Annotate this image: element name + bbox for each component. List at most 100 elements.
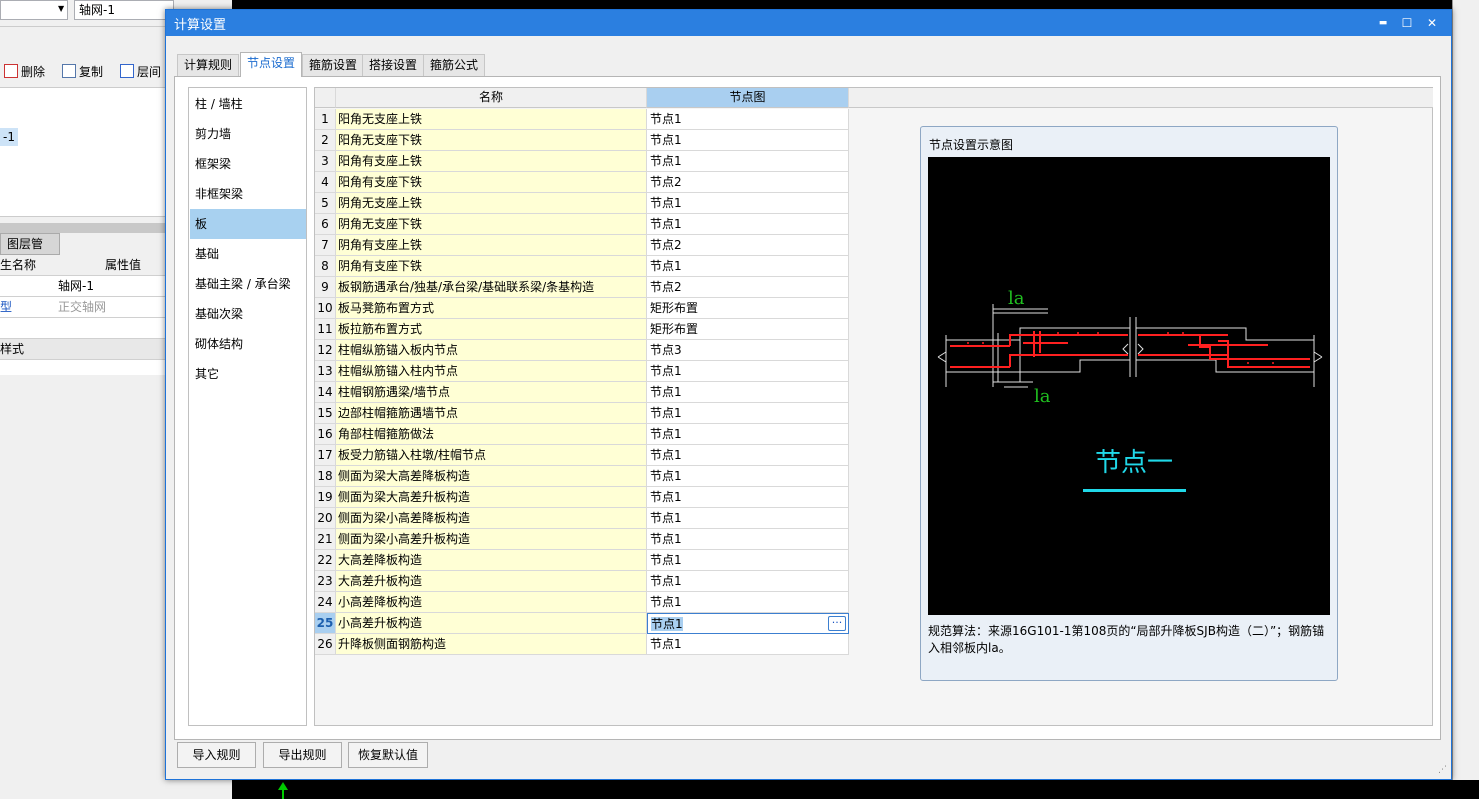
row-node-cell[interactable]: 节点2 bbox=[647, 235, 849, 256]
row-node-cell[interactable]: 矩形布置 bbox=[647, 298, 849, 319]
row-node-cell[interactable]: 节点1 bbox=[647, 151, 849, 172]
row-name-cell[interactable]: 阴角有支座上铁 bbox=[336, 235, 647, 256]
restore-defaults-button[interactable]: 恢复默认值 bbox=[348, 742, 428, 768]
maximize-button[interactable]: ☐ bbox=[1396, 13, 1418, 33]
row-node-cell[interactable]: 节点2 bbox=[647, 277, 849, 298]
row-node-cell[interactable]: 节点1 bbox=[647, 214, 849, 235]
title-bar[interactable]: 计算设置 ▬ ☐ ✕ bbox=[166, 10, 1451, 36]
row-node-cell[interactable]: 节点2 bbox=[647, 172, 849, 193]
row-name-cell[interactable]: 边部柱帽箍筋遇墙节点 bbox=[336, 403, 647, 424]
property-row[interactable]: 型 正交轴网 bbox=[0, 297, 165, 318]
row-name-cell[interactable]: 柱帽钢筋遇梁/墙节点 bbox=[336, 382, 647, 403]
category-item[interactable]: 剪力墙 bbox=[190, 119, 306, 149]
delete-button[interactable]: 删除 bbox=[4, 60, 45, 82]
row-name-cell[interactable]: 大高差升板构造 bbox=[336, 571, 647, 592]
row-number[interactable]: 19 bbox=[315, 487, 336, 508]
row-number[interactable]: 1 bbox=[315, 109, 336, 130]
row-node-cell[interactable]: 节点1 bbox=[647, 634, 849, 655]
row-number[interactable]: 8 bbox=[315, 256, 336, 277]
row-name-cell[interactable]: 阳角无支座下铁 bbox=[336, 130, 647, 151]
row-node-cell[interactable]: 节点1 bbox=[647, 382, 849, 403]
tab-node-settings[interactable]: 节点设置 bbox=[240, 52, 303, 77]
axis-select[interactable]: 轴网-1 bbox=[74, 0, 174, 20]
row-number[interactable]: 3 bbox=[315, 151, 336, 172]
row-name-cell[interactable]: 板马凳筋布置方式 bbox=[336, 298, 647, 319]
tab-lap-settings[interactable]: 搭接设置 bbox=[362, 54, 425, 77]
row-name-cell[interactable]: 板受力筋锚入柱墩/柱帽节点 bbox=[336, 445, 647, 466]
category-item-selected[interactable]: 板 bbox=[190, 209, 306, 239]
row-node-cell[interactable]: 节点1 bbox=[647, 592, 849, 613]
row-name-cell[interactable]: 侧面为梁小高差升板构造 bbox=[336, 529, 647, 550]
row-number[interactable]: 21 bbox=[315, 529, 336, 550]
column-header-name[interactable]: 名称 bbox=[336, 88, 647, 108]
row-name-cell[interactable]: 阴角无支座下铁 bbox=[336, 214, 647, 235]
row-node-cell[interactable]: 节点1 bbox=[647, 361, 849, 382]
category-item[interactable]: 非框架梁 bbox=[190, 179, 306, 209]
drawing-area[interactable] bbox=[232, 780, 1479, 799]
row-node-cell[interactable]: 节点1 bbox=[647, 487, 849, 508]
copy-button[interactable]: 复制 bbox=[62, 60, 103, 82]
tab-stirrup-formula[interactable]: 箍筋公式 bbox=[423, 54, 486, 77]
row-name-cell[interactable]: 板钢筋遇承台/独基/承台梁/基础联系梁/条基构造 bbox=[336, 277, 647, 298]
close-button[interactable]: ✕ bbox=[1421, 13, 1443, 33]
row-name-cell[interactable]: 阴角无支座上铁 bbox=[336, 193, 647, 214]
category-item[interactable]: 基础次梁 bbox=[190, 299, 306, 329]
resize-grip-icon[interactable]: ⋰ bbox=[1438, 765, 1447, 775]
minimize-button[interactable]: ▬ bbox=[1372, 13, 1394, 33]
row-number[interactable]: 9 bbox=[315, 277, 336, 298]
row-name-cell[interactable]: 板拉筋布置方式 bbox=[336, 319, 647, 340]
row-name-cell[interactable]: 阴角有支座下铁 bbox=[336, 256, 647, 277]
row-number[interactable]: 24 bbox=[315, 592, 336, 613]
row-name-cell[interactable]: 柱帽纵筋锚入板内节点 bbox=[336, 340, 647, 361]
node-value-editor[interactable]: 节点1 ··· bbox=[647, 613, 849, 634]
row-name-cell[interactable]: 小高差升板构造 bbox=[336, 613, 647, 634]
row-name-cell[interactable]: 角部柱帽箍筋做法 bbox=[336, 424, 647, 445]
row-number[interactable]: 13 bbox=[315, 361, 336, 382]
row-number[interactable]: 22 bbox=[315, 550, 336, 571]
row-node-cell[interactable]: 节点1 bbox=[647, 403, 849, 424]
tab-calc-rules[interactable]: 计算规则 bbox=[177, 54, 240, 77]
row-number[interactable]: 7 bbox=[315, 235, 336, 256]
tab-layer-management[interactable]: 图层管理 bbox=[0, 233, 60, 271]
row-node-cell[interactable]: 节点3 bbox=[647, 340, 849, 361]
row-node-cell[interactable]: 节点1 bbox=[647, 550, 849, 571]
column-header-node[interactable]: 节点图 bbox=[647, 88, 849, 108]
property-row[interactable] bbox=[0, 318, 165, 339]
row-node-cell[interactable]: 节点1 bbox=[647, 424, 849, 445]
row-number[interactable]: 4 bbox=[315, 172, 336, 193]
row-name-cell[interactable]: 阳角无支座上铁 bbox=[336, 109, 647, 130]
row-node-cell[interactable]: 节点1 bbox=[647, 109, 849, 130]
row-name-cell[interactable]: 大高差降板构造 bbox=[336, 550, 647, 571]
row-node-cell[interactable]: 节点1 bbox=[647, 130, 849, 151]
row-number[interactable]: 12 bbox=[315, 340, 336, 361]
import-rules-button[interactable]: 导入规则 bbox=[177, 742, 256, 768]
category-item[interactable]: 砌体结构 bbox=[190, 329, 306, 359]
ellipsis-button[interactable]: ··· bbox=[828, 616, 846, 631]
row-number[interactable]: 17 bbox=[315, 445, 336, 466]
row-name-cell[interactable]: 侧面为梁大高差升板构造 bbox=[336, 487, 647, 508]
selected-value-text[interactable]: 节点1 bbox=[651, 617, 683, 631]
row-number[interactable]: 2 bbox=[315, 130, 336, 151]
category-item[interactable]: 基础主梁 / 承台梁 bbox=[190, 269, 306, 299]
tab-stirrup-settings[interactable]: 箍筋设置 bbox=[302, 54, 365, 77]
category-item[interactable]: 基础 bbox=[190, 239, 306, 269]
row-name-cell[interactable]: 阳角有支座上铁 bbox=[336, 151, 647, 172]
row-node-cell[interactable]: 矩形布置 bbox=[647, 319, 849, 340]
chevron-down-icon[interactable]: ▼ bbox=[58, 4, 64, 13]
category-item[interactable]: 柱 / 墙柱 bbox=[190, 89, 306, 119]
row-name-cell[interactable]: 侧面为梁小高差降板构造 bbox=[336, 508, 647, 529]
property-row[interactable]: 样式 bbox=[0, 339, 165, 360]
row-node-cell[interactable]: 节点1 bbox=[647, 529, 849, 550]
row-number[interactable]: 23 bbox=[315, 571, 336, 592]
row-node-cell[interactable]: 节点1 bbox=[647, 571, 849, 592]
row-node-cell[interactable]: 节点1 bbox=[647, 193, 849, 214]
row-name-cell[interactable]: 升降板侧面钢筋构造 bbox=[336, 634, 647, 655]
category-item[interactable]: 其它 bbox=[190, 359, 306, 389]
row-number[interactable]: 6 bbox=[315, 214, 336, 235]
export-rules-button[interactable]: 导出规则 bbox=[263, 742, 342, 768]
tree-item[interactable]: -1 bbox=[0, 128, 18, 146]
row-node-cell[interactable]: 节点1 bbox=[647, 445, 849, 466]
row-name-cell[interactable]: 小高差降板构造 bbox=[336, 592, 647, 613]
property-row[interactable]: 轴网-1 bbox=[0, 276, 165, 297]
row-number[interactable]: 26 bbox=[315, 634, 336, 655]
